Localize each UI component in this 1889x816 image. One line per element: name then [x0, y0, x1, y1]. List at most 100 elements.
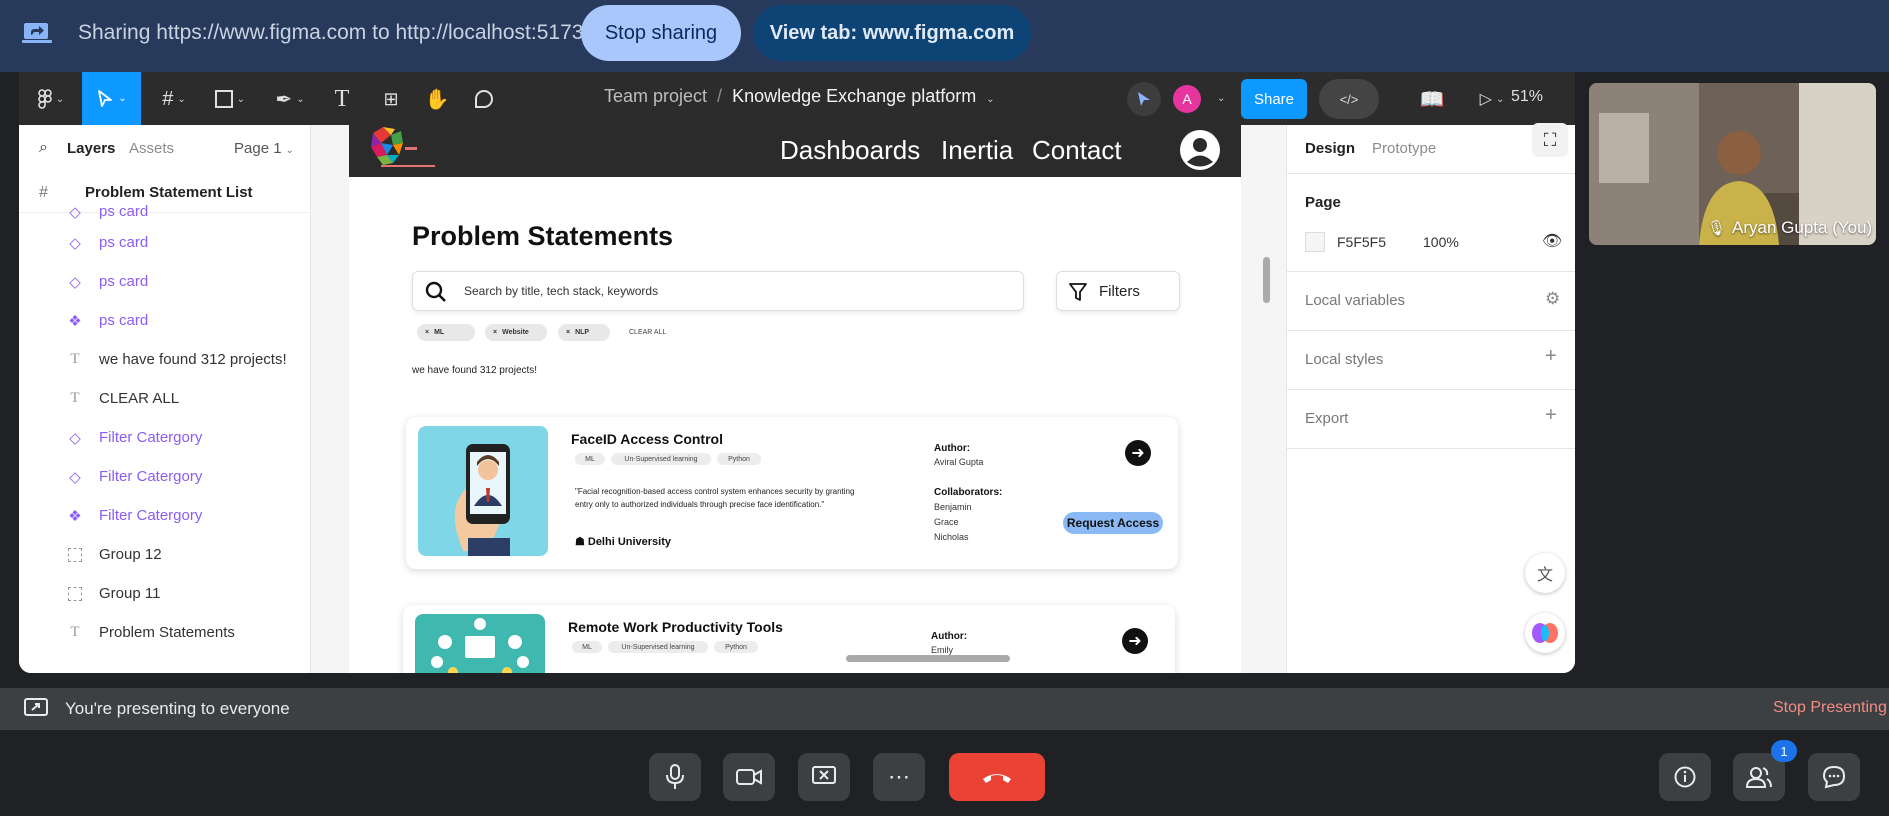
project-name[interactable]: Team project — [604, 86, 707, 106]
camera-button[interactable] — [723, 753, 775, 801]
filter-chip[interactable]: × ML — [417, 324, 475, 341]
hand-tool-button[interactable]: ✋ — [424, 86, 450, 112]
share-button[interactable]: Share — [1241, 79, 1307, 119]
close-icon[interactable]: × — [493, 329, 497, 336]
avatar-chevron-icon[interactable]: ⌄ — [1217, 93, 1225, 104]
zoom-level[interactable]: 51% — [1511, 88, 1543, 106]
local-styles-label[interactable]: Local styles — [1305, 351, 1383, 368]
dev-mode-toggle[interactable]: </> — [1319, 79, 1379, 119]
search-bar[interactable]: Search by title, tech stack, keywords — [412, 271, 1024, 311]
layer-row[interactable]: Group 12 — [19, 535, 311, 574]
microphone-button[interactable] — [649, 753, 701, 801]
plus-icon[interactable]: + — [1545, 404, 1557, 427]
user-avatar[interactable]: A — [1173, 85, 1201, 113]
page-color-hex[interactable]: F5F5F5 — [1337, 234, 1386, 250]
presenting-bar: You're presenting to everyone Stop Prese… — [0, 688, 1889, 730]
component-instance-icon: ◇ — [69, 234, 81, 252]
layer-row[interactable]: ◇ Filter Catergory — [19, 418, 311, 457]
end-call-button[interactable] — [949, 753, 1045, 801]
layer-label: Filter Catergory — [99, 429, 203, 446]
nav-dashboards-link[interactable]: Dashboards — [780, 135, 920, 166]
move-tool-button[interactable]: ⌄ — [82, 72, 141, 125]
tab-layers[interactable]: Layers — [67, 140, 115, 157]
chat-button[interactable] — [1808, 753, 1860, 801]
component-icon: ❖ — [68, 312, 82, 330]
file-menu-chevron-icon[interactable]: ⌄ — [986, 94, 994, 105]
arrow-right-icon[interactable]: ➜ — [1122, 628, 1148, 654]
plus-icon[interactable]: + — [1545, 345, 1557, 368]
layer-label: Group 11 — [99, 585, 161, 602]
site-navbar: Dashboards Inertia Contact — [349, 125, 1241, 177]
nav-inertia-link[interactable]: Inertia — [941, 135, 1013, 166]
filter-chip[interactable]: × NLP — [558, 324, 610, 341]
layers-tabs: ⌕ Layers Assets Page 1 ⌄ — [19, 125, 311, 173]
stop-presenting-button[interactable]: Stop Presenting — [1773, 699, 1887, 717]
resources-button[interactable]: ⊞ — [378, 86, 404, 112]
stop-present-button[interactable] — [798, 753, 850, 801]
export-label[interactable]: Export — [1305, 410, 1348, 427]
layer-row[interactable]: Group 11 — [19, 574, 311, 613]
problem-statement-frame[interactable]: Dashboards Inertia Contact Problem State… — [349, 125, 1241, 673]
shape-tool-button[interactable]: ⌄ — [209, 86, 251, 112]
view-tab-button[interactable]: View tab: www.figma.com — [753, 5, 1031, 61]
layer-row[interactable]: ❖ Filter Catergory — [19, 496, 311, 535]
stop-sharing-button[interactable]: Stop sharing — [581, 5, 741, 61]
sliders-icon[interactable]: ⚙ — [1545, 289, 1560, 309]
card-title: FaceID Access Control — [571, 431, 723, 447]
meeting-info-button[interactable] — [1659, 753, 1711, 801]
comment-tool-button[interactable] — [471, 86, 497, 112]
present-button[interactable]: ▷ ⌄ — [1472, 86, 1512, 112]
follow-cursor-button[interactable] — [1127, 82, 1161, 116]
more-options-button[interactable]: ⋯ — [873, 753, 925, 801]
nav-contact-link[interactable]: Contact — [1032, 135, 1122, 166]
project-card[interactable]: FaceID Access Control ML Un-Supervised l… — [406, 417, 1178, 569]
layer-row[interactable]: ◇ ps card — [19, 262, 311, 301]
close-icon[interactable]: × — [566, 329, 570, 336]
tab-assets[interactable]: Assets — [129, 140, 174, 157]
figma-menu-button[interactable]: ⌄ — [33, 86, 69, 112]
frame-tool-button[interactable]: # ⌄ — [154, 86, 194, 112]
layer-row[interactable]: T CLEAR ALL — [19, 379, 311, 418]
filters-label: Filters — [1099, 283, 1140, 300]
layer-row[interactable]: ❖ ps card — [19, 301, 311, 340]
layer-row[interactable]: ◇ ps card — [19, 223, 311, 262]
design-panel: Design Prototype ⛶ Page F5F5F5 100% 👁 Lo… — [1286, 123, 1575, 673]
text-icon: T — [334, 85, 350, 112]
project-card[interactable]: Remote Work Productivity Tools ML Un-Sup… — [403, 605, 1175, 673]
vertical-scrollbar[interactable] — [1263, 257, 1270, 303]
card-description-line: entry only to authorized individuals thr… — [575, 500, 825, 509]
microphone-icon — [666, 764, 684, 789]
layer-row[interactable]: Twe have found 312 projects! — [19, 340, 311, 379]
ai-assistant-icon[interactable] — [1525, 613, 1565, 653]
local-variables-label[interactable]: Local variables — [1305, 292, 1405, 309]
page-color-opacity[interactable]: 100% — [1423, 234, 1459, 250]
code-icon: </> — [1339, 91, 1359, 107]
eye-icon[interactable]: 👁 — [1542, 231, 1562, 251]
tab-prototype[interactable]: Prototype — [1372, 140, 1436, 157]
profile-icon[interactable] — [1179, 129, 1221, 171]
horizontal-scrollbar[interactable] — [846, 655, 1010, 662]
layer-row[interactable]: ◇ Filter Catergory — [19, 457, 311, 496]
pen-tool-button[interactable]: ✒ ⌄ — [269, 86, 311, 112]
request-access-button[interactable]: Request Access — [1063, 512, 1163, 534]
layer-row[interactable]: T Problem Statements — [19, 613, 311, 652]
page-color-swatch[interactable] — [1305, 232, 1325, 252]
divider — [1287, 173, 1575, 174]
clear-all-link[interactable]: CLEAR ALL — [629, 329, 666, 336]
library-button[interactable]: 📖 — [1419, 86, 1445, 112]
file-name[interactable]: Knowledge Exchange platform — [732, 86, 976, 106]
filters-button[interactable]: Filters — [1056, 271, 1180, 311]
project-thumbnail — [418, 426, 548, 556]
translate-icon[interactable]: 文 — [1525, 553, 1565, 593]
text-tool-button[interactable]: T — [329, 86, 355, 112]
fullscreen-icon[interactable]: ⛶ — [1532, 123, 1568, 157]
arrow-right-icon[interactable]: ➜ — [1125, 440, 1151, 466]
filter-chip[interactable]: × Website — [485, 324, 547, 341]
page-selector[interactable]: Page 1 ⌄ — [234, 140, 294, 157]
layer-row[interactable]: ◇ ps card — [19, 200, 311, 223]
search-icon[interactable]: ⌕ — [39, 139, 48, 157]
text-layer-icon: T — [70, 624, 80, 640]
tab-design[interactable]: Design — [1305, 140, 1355, 157]
design-canvas[interactable]: Dashboards Inertia Contact Problem State… — [311, 125, 1286, 673]
close-icon[interactable]: × — [425, 329, 429, 336]
